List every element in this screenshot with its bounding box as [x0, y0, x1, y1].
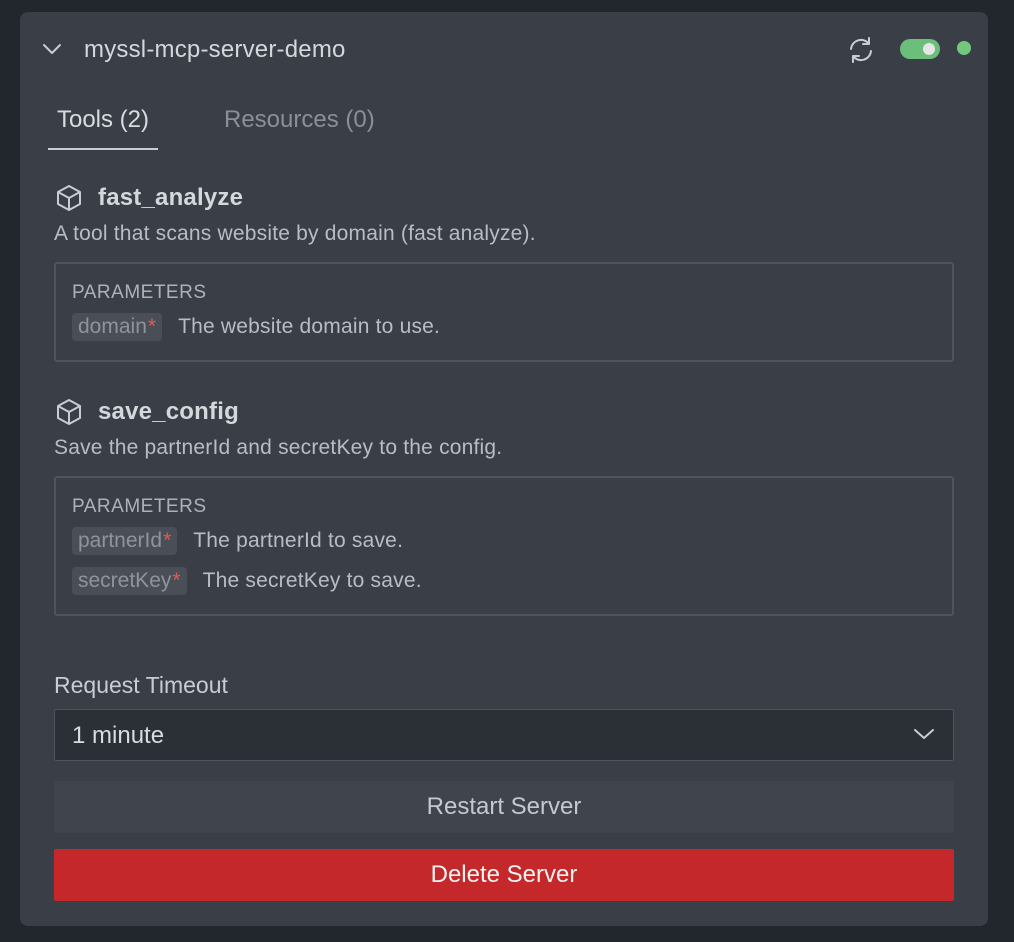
parameter-name-chip: partnerId* [72, 527, 178, 555]
parameters-title: PARAMETERS [72, 282, 207, 303]
parameters-title: PARAMETERS [72, 496, 207, 517]
request-timeout-select[interactable]: 1 minute [54, 709, 954, 761]
cube-icon [54, 183, 84, 213]
required-marker: * [147, 315, 157, 338]
parameters-box: PARAMETERS partnerId* The partnerId to s… [54, 476, 954, 616]
request-timeout-label: Request Timeout [54, 672, 228, 698]
parameter-row: domain* The website domain to use. [72, 310, 936, 344]
status-indicator [957, 41, 971, 55]
chevron-down-icon [913, 727, 937, 745]
chevron-down-icon[interactable] [40, 40, 64, 58]
request-timeout-value: 1 minute [72, 722, 165, 749]
tool-header: fast_analyze [54, 182, 954, 214]
parameter-description: The secretKey to save. [202, 569, 422, 592]
toggle-knob [923, 43, 935, 55]
tool-item-save-config: save_config Save the partnerId and secre… [54, 396, 954, 616]
parameters-box: PARAMETERS domain* The website domain to… [54, 262, 954, 362]
required-marker: * [163, 529, 172, 552]
tool-header: save_config [54, 396, 954, 428]
tool-item-fast-analyze: fast_analyze A tool that scans website b… [54, 182, 954, 362]
tool-name: fast_analyze [98, 184, 244, 211]
tab-bar: Tools (2) Resources (0) [48, 106, 448, 154]
tool-name: save_config [98, 398, 239, 425]
parameter-description: The website domain to use. [178, 315, 441, 338]
refresh-icon[interactable] [844, 34, 878, 66]
server-header: myssl-mcp-server-demo [20, 12, 988, 86]
tab-tools[interactable]: Tools (2) [48, 106, 158, 150]
parameter-row: partnerId* The partnerId to save. [72, 524, 936, 558]
tool-description: Save the partnerId and secretKey to the … [54, 436, 503, 459]
parameter-description: The partnerId to save. [193, 529, 404, 552]
parameter-name-chip: domain* [72, 313, 163, 341]
delete-server-button[interactable]: Delete Server [54, 849, 954, 901]
tab-resources[interactable]: Resources (0) [224, 106, 375, 148]
cube-icon [54, 397, 84, 427]
parameter-row: secretKey* The secretKey to save. [72, 564, 936, 598]
server-panel: myssl-mcp-server-demo Tools (2) Resource… [20, 12, 988, 926]
server-name: myssl-mcp-server-demo [84, 36, 346, 63]
tool-description: A tool that scans website by domain (fas… [54, 222, 536, 245]
enable-toggle[interactable] [900, 39, 940, 59]
required-marker: * [172, 569, 181, 592]
restart-server-button[interactable]: Restart Server [54, 781, 954, 833]
parameter-name-chip: secretKey* [72, 567, 187, 595]
